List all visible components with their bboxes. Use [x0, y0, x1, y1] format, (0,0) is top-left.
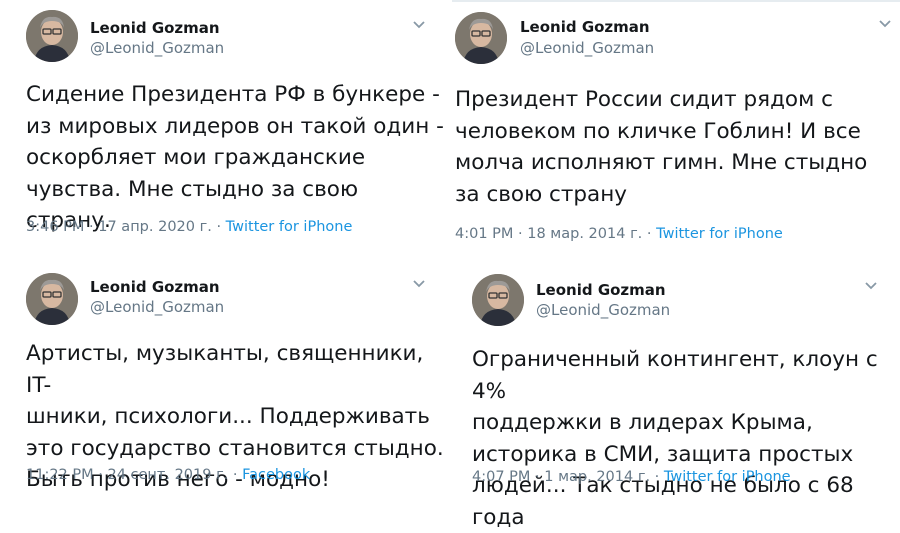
avatar[interactable]	[455, 12, 507, 64]
chevron-down-icon[interactable]	[862, 279, 880, 293]
author-name[interactable]: Leonid Gozman	[90, 278, 220, 296]
tweet-timestamp[interactable]: 11:22 PM · 24 сент. 2019 г. ·	[26, 467, 242, 483]
tweet-timestamp[interactable]: 4:07 PM · 1 мар. 2014 г. ·	[472, 469, 664, 485]
chevron-down-icon[interactable]	[410, 277, 428, 291]
tweet-card[interactable]: Leonid Gozman @Leonid_Gozman Артисты, му…	[0, 262, 445, 502]
tweet-meta: 11:22 PM · 24 сент. 2019 г. · Facebook	[26, 467, 310, 483]
author-name[interactable]: Leonid Gozman	[90, 19, 220, 37]
tweet-card[interactable]: Leonid Gozman @Leonid_Gozman Ограниченны…	[452, 262, 900, 530]
author-name[interactable]: Leonid Gozman	[520, 18, 650, 36]
chevron-down-icon[interactable]	[876, 17, 894, 31]
tweet-text: Сидение Президента РФ в бункере - из мир…	[26, 82, 444, 233]
tweet-source-link[interactable]: Twitter for iPhone	[664, 469, 791, 485]
chevron-down-icon[interactable]	[410, 18, 428, 32]
tweet-text: Президент России сидит рядом с человеком…	[455, 87, 868, 207]
tweet-source-link[interactable]: Twitter for iPhone	[226, 219, 353, 235]
tweet-text: Ограниченный контингент, клоун с 4% подд…	[472, 347, 878, 530]
author-name[interactable]: Leonid Gozman	[536, 281, 666, 299]
author-handle[interactable]: @Leonid_Gozman	[90, 39, 224, 57]
tweet-card[interactable]: Leonid Gozman @Leonid_Gozman Сидение Пре…	[0, 0, 445, 258]
tweet-card[interactable]: Leonid Gozman @Leonid_Gozman Президент Р…	[452, 0, 900, 260]
author-handle[interactable]: @Leonid_Gozman	[536, 301, 670, 319]
avatar[interactable]	[26, 10, 78, 62]
tweet-source-link[interactable]: Twitter for iPhone	[656, 226, 783, 242]
author-handle[interactable]: @Leonid_Gozman	[520, 39, 654, 57]
avatar[interactable]	[472, 274, 524, 326]
tweet-meta: 3:46 PM · 17 апр. 2020 г. · Twitter for …	[26, 219, 352, 235]
author-handle[interactable]: @Leonid_Gozman	[90, 298, 224, 316]
tweet-meta: 4:01 PM · 18 мар. 2014 г. · Twitter for …	[455, 226, 783, 242]
tweet-timestamp[interactable]: 4:01 PM · 18 мар. 2014 г. ·	[455, 226, 656, 242]
tweet-source-link[interactable]: Facebook	[242, 467, 310, 483]
avatar[interactable]	[26, 273, 78, 325]
tweet-timestamp[interactable]: 3:46 PM · 17 апр. 2020 г. ·	[26, 219, 226, 235]
tweet-meta: 4:07 PM · 1 мар. 2014 г. · Twitter for i…	[472, 469, 791, 485]
